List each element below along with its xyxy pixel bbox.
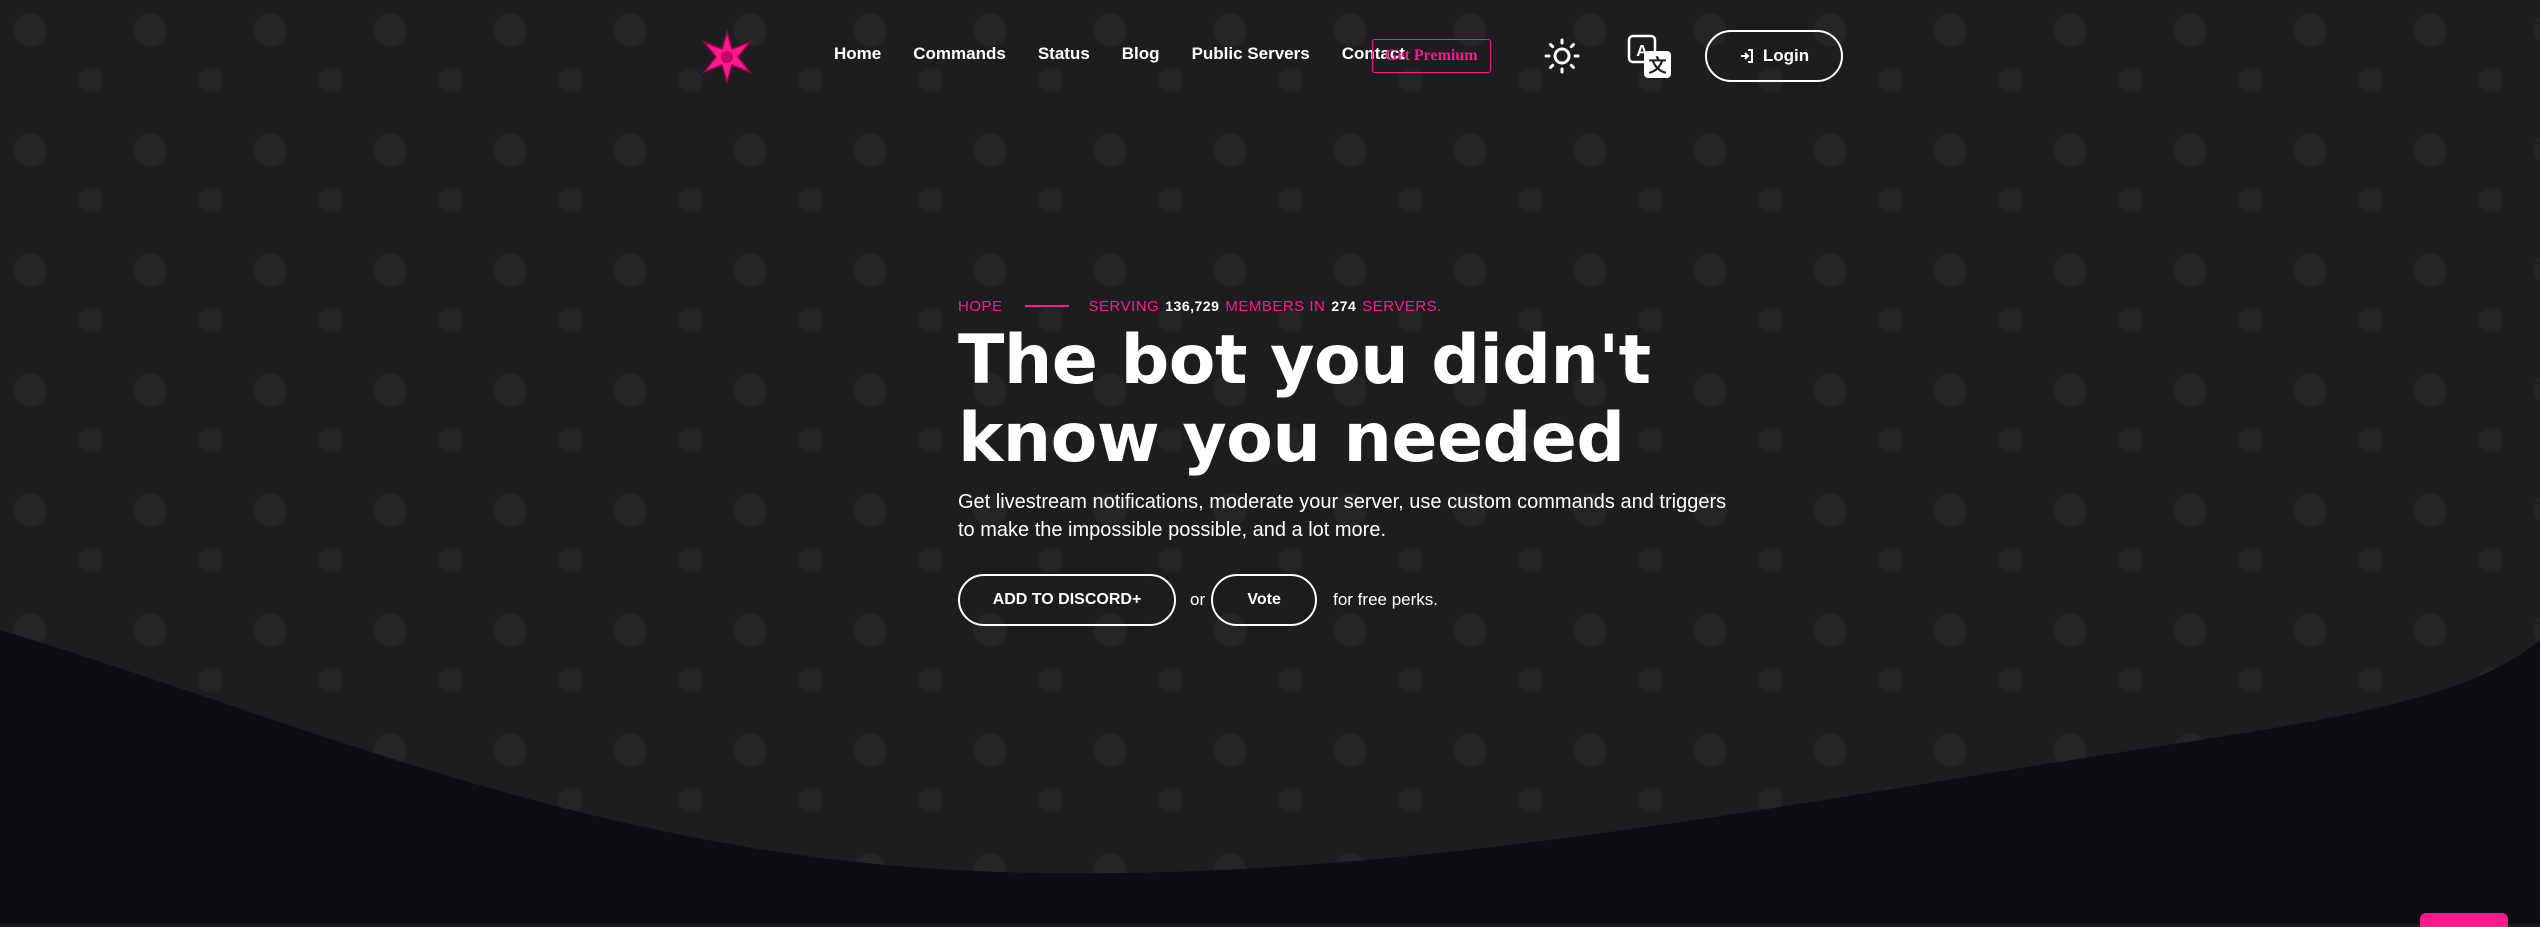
login-button[interactable]: Login: [1705, 30, 1843, 82]
sun-icon[interactable]: [1544, 38, 1580, 74]
or-text: or: [1190, 590, 1206, 609]
members-count: 136,729: [1165, 298, 1220, 314]
add-to-discord-button[interactable]: ADD TO DISCORD+: [958, 574, 1176, 626]
nav-links: Home Commands Status Blog Public Servers…: [834, 44, 1405, 64]
eyebrow-divider: [1024, 305, 1069, 307]
hero-eyebrow: HOPE SERVING 136,729 MEMBERS IN 274 SERV…: [958, 294, 1738, 318]
hero-description: Get livestream notifications, moderate y…: [958, 491, 1727, 541]
nav-link-commands[interactable]: Commands: [913, 44, 1006, 64]
get-premium-button[interactable]: Get Premium: [1372, 39, 1491, 73]
login-label: Login: [1762, 46, 1810, 65]
pink-star-logo-icon[interactable]: [700, 30, 754, 84]
members-label: MEMBERS IN: [1225, 297, 1326, 315]
hero-headline: The bot you didn't know you needed: [958, 322, 1738, 478]
headline-line-2: know you needed: [958, 399, 1625, 478]
corner-widget-tab[interactable]: [2420, 913, 2508, 927]
svg-text:文: 文: [1649, 55, 1668, 76]
sign-in-icon: [1740, 49, 1753, 63]
servers-label: SERVERS.: [1362, 297, 1442, 315]
translate-icon[interactable]: A 文: [1627, 34, 1673, 80]
nav-link-status[interactable]: Status: [1038, 44, 1090, 64]
cta-row: ADD TO DISCORD+ or Vote for free perks.: [958, 574, 1738, 626]
servers-count: 274: [1331, 298, 1357, 314]
serving-label: SERVING: [1088, 297, 1160, 315]
vote-button[interactable]: Vote: [1211, 574, 1318, 626]
nav-link-public-servers[interactable]: Public Servers: [1192, 44, 1310, 64]
bot-name: HOPE: [958, 297, 1003, 315]
free-perks-text: for free perks.: [1333, 590, 1438, 609]
nav-link-home[interactable]: Home: [834, 44, 881, 64]
hero-section: HOPE SERVING 136,729 MEMBERS IN 274 SERV…: [958, 294, 1738, 626]
nav-link-blog[interactable]: Blog: [1122, 44, 1160, 64]
top-navigation: Home Commands Status Blog Public Servers…: [0, 0, 2540, 115]
headline-line-1: The bot you didn't: [958, 321, 1651, 400]
